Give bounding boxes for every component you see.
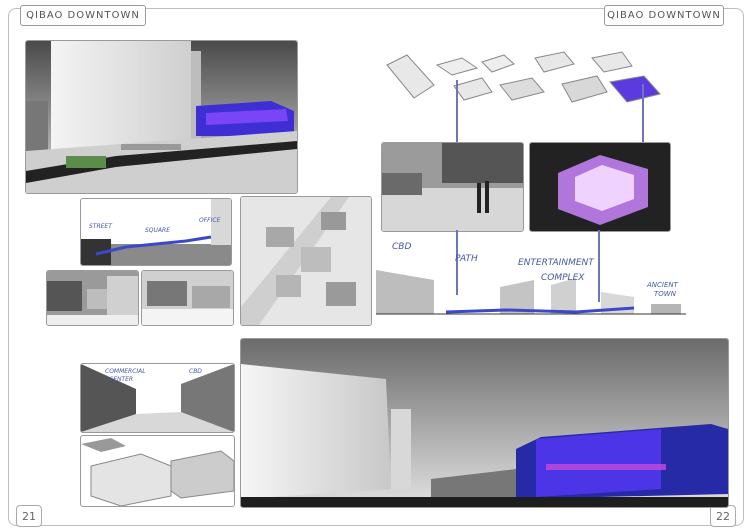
- page-number-right: 22: [710, 505, 736, 527]
- label-ancient-1: ANCIENT: [647, 281, 678, 289]
- page-title-right: QIBAO DOWNTOWN: [604, 5, 724, 26]
- label-commercial-center-1: COMMERCIAL: [105, 368, 146, 375]
- render-main-street: [240, 338, 729, 508]
- render-interior-2: [141, 270, 234, 326]
- label-square: SQUARE: [145, 227, 170, 234]
- render-interior-1: [46, 270, 139, 326]
- section-diagram: STREET SQUARE OFFICE: [80, 198, 232, 266]
- label-path: PATH: [455, 254, 478, 264]
- label-entertainment-2: COMPLEX: [541, 273, 585, 283]
- label-street: STREET: [89, 223, 112, 230]
- page-title-left: QIBAO DOWNTOWN: [20, 5, 146, 26]
- guide-line-1: [456, 80, 458, 142]
- label-entertainment-1: ENTERTAINMENT: [518, 258, 594, 268]
- label-office: OFFICE: [199, 217, 221, 224]
- massing-evolution-diagram: [382, 50, 672, 110]
- render-entertainment-night: [529, 142, 671, 232]
- render-plaza: [381, 142, 524, 232]
- page-number-left: 21: [16, 505, 42, 527]
- render-aerial-plan: [240, 196, 372, 326]
- guide-line-2: [642, 84, 644, 142]
- label-commercial-center-2: CENTER: [109, 376, 134, 383]
- label-sketch-cbd: CBD: [189, 368, 202, 375]
- sketch-aerial-blocks: [80, 435, 235, 507]
- render-top-left: [25, 40, 298, 194]
- label-cbd: CBD: [392, 242, 412, 252]
- sketch-commercial-cbd: COMMERCIAL CENTER CBD: [80, 363, 235, 433]
- label-ancient-2: TOWN: [654, 290, 676, 298]
